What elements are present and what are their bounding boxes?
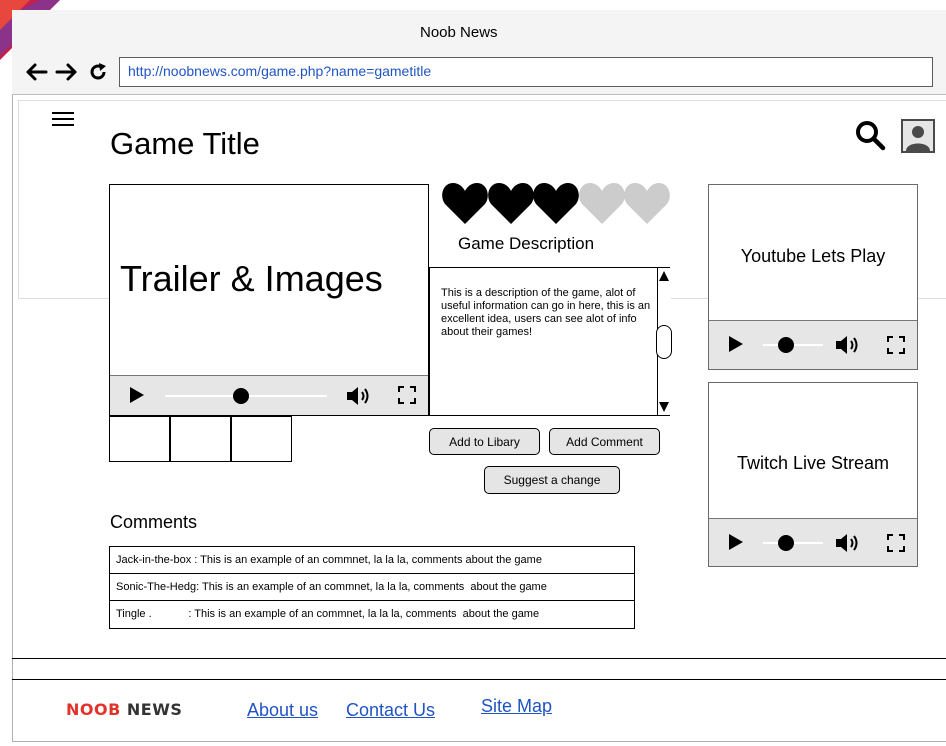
add-to-library-button[interactable]: Add to Libary	[429, 428, 540, 455]
scroll-thumb[interactable]	[656, 325, 672, 359]
user-avatar-icon[interactable]	[901, 119, 935, 153]
suggest-change-button[interactable]: Suggest a change	[484, 466, 620, 494]
footer-link-contact[interactable]: Contact Us	[346, 700, 435, 721]
description-heading: Game Description	[458, 234, 595, 253]
footer-logo[interactable]: NOOB NEWS	[66, 700, 182, 719]
back-arrow-icon[interactable]	[24, 62, 48, 82]
search-icon[interactable]	[854, 119, 886, 151]
comment-row: Tingle . : This is an example of an comm…	[116, 608, 540, 620]
progress-knob[interactable]	[233, 388, 249, 404]
twitch-label: Twitch Live Stream	[736, 453, 890, 473]
heart-icon[interactable]	[579, 181, 625, 225]
description-text: This is a description of the game, alot …	[441, 287, 651, 338]
window-title: Noob News	[420, 24, 498, 41]
thumbnail-1[interactable]	[109, 416, 170, 462]
hamburger-icon[interactable]	[52, 112, 74, 126]
comments-list: Jack-in-the-box : This is an example of …	[109, 546, 635, 629]
progress-knob[interactable]	[778, 535, 794, 551]
url-input[interactable]: http://noobnews.com/game.php?name=gameti…	[119, 57, 933, 87]
footer-divider	[12, 679, 946, 680]
reload-icon[interactable]	[88, 62, 108, 82]
volume-icon[interactable]	[345, 385, 371, 407]
footer-link-sitemap[interactable]: Site Map	[481, 696, 552, 717]
volume-icon[interactable]	[834, 334, 860, 356]
scroll-up-arrow-icon[interactable]	[658, 269, 670, 283]
footer-divider	[12, 658, 946, 659]
comment-row: Sonic-The-Hedg: This is an example of an…	[110, 574, 634, 601]
heart-icon[interactable]	[488, 181, 534, 225]
play-icon[interactable]	[727, 335, 745, 353]
youtube-label: Youtube Lets Play	[740, 246, 886, 266]
progress-knob[interactable]	[778, 337, 794, 353]
fullscreen-icon[interactable]	[398, 386, 416, 404]
comments-heading: Comments	[110, 512, 198, 532]
page-title: Game Title	[110, 126, 260, 161]
heart-icon[interactable]	[533, 181, 579, 225]
play-icon[interactable]	[727, 533, 745, 551]
add-comment-button[interactable]: Add Comment	[549, 428, 660, 455]
forward-arrow-icon[interactable]	[55, 62, 79, 82]
fullscreen-icon[interactable]	[887, 534, 905, 552]
scroll-down-arrow-icon[interactable]	[658, 400, 670, 414]
fullscreen-icon[interactable]	[887, 336, 905, 354]
volume-icon[interactable]	[834, 532, 860, 554]
thumbnail-2[interactable]	[170, 416, 231, 462]
heart-icon[interactable]	[442, 181, 488, 225]
play-icon[interactable]	[128, 386, 146, 404]
footer-link-about[interactable]: About us	[247, 700, 318, 721]
comment-row: Jack-in-the-box : This is an example of …	[110, 547, 634, 574]
trailer-label: Trailer & Images	[120, 258, 383, 299]
thumbnail-3[interactable]	[231, 416, 292, 462]
heart-icon[interactable]	[624, 181, 670, 225]
